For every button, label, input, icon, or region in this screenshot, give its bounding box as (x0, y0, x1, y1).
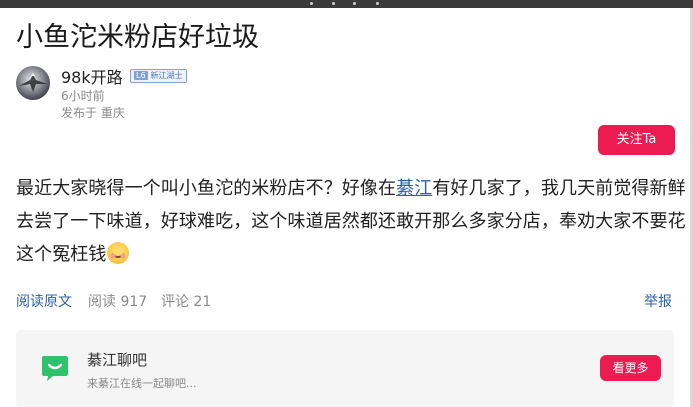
grinning-face-emoji-icon (106, 242, 129, 264)
page-indicator-dot (332, 2, 335, 5)
author-avatar[interactable] (16, 66, 50, 100)
follow-button[interactable]: 关注Ta (598, 125, 675, 155)
forum-description: 来綦江在线一起聊吧... (87, 377, 197, 390)
post-location: 发布于 重庆 (61, 106, 125, 120)
page-indicator-dot (310, 2, 313, 5)
forum-name: 綦江聊吧 (87, 351, 148, 369)
location-link[interactable]: 綦江 (396, 178, 432, 199)
level-badge: L6 新江湖士 (130, 69, 187, 83)
read-count: 阅读 917 (88, 294, 148, 310)
level-title: 新江湖士 (150, 71, 183, 80)
post-title: 小鱼沱米粉店好垃圾 (16, 22, 259, 53)
report-link[interactable]: 举报 (644, 291, 672, 311)
post-body: 最近大家晓得一个叫小鱼沱的米粉店不？好像在綦江有好几家了，我几天前觉得新鲜去尝了… (16, 172, 688, 271)
chat-bubble-icon (42, 356, 68, 381)
level-number: L6 (134, 71, 148, 80)
post-time: 6小时前 (61, 89, 105, 103)
top-bar (0, 0, 693, 8)
eagle-avatar-icon (19, 73, 47, 92)
author-name[interactable]: 98k开路 (61, 64, 123, 88)
read-original-link[interactable]: 阅读原文 (16, 291, 72, 311)
see-more-button[interactable]: 看更多 (600, 355, 661, 381)
comment-count[interactable]: 评论 21 (161, 291, 211, 311)
page-indicator-dot (353, 2, 356, 5)
post-body-text: 最近大家晓得一个叫小鱼沱的米粉店不？好像在 (16, 178, 397, 199)
page-indicator-dot (376, 2, 379, 5)
forum-card[interactable]: 綦江聊吧 来綦江在线一起聊吧... 看更多 (16, 330, 674, 407)
